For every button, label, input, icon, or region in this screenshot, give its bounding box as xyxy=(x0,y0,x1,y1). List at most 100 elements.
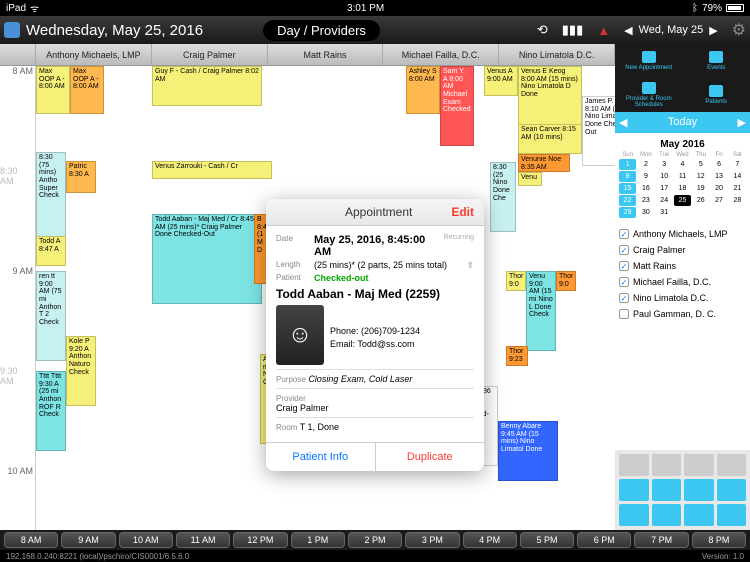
hour-button[interactable]: 9 AM xyxy=(61,532,115,548)
station-icon[interactable] xyxy=(619,454,649,476)
export-icon[interactable]: ⇪ xyxy=(466,260,474,271)
appt-block[interactable]: Thor 9:0 xyxy=(556,271,576,291)
calendar-day[interactable]: 15 xyxy=(619,183,636,194)
provider-header[interactable]: Michael Failla, D.C. xyxy=(383,44,499,65)
calendar-day[interactable]: 28 xyxy=(729,195,746,206)
provider-filter-item[interactable]: ✓Anthony Michaels, LMP xyxy=(619,226,746,242)
checkbox-icon[interactable]: ✓ xyxy=(619,261,629,271)
avatar[interactable]: ☺ xyxy=(276,305,324,365)
calendar-day[interactable]: 14 xyxy=(729,171,746,182)
appt-block[interactable]: Tttt Tttt 9:30 A (25 mi Anthon ROF R Che… xyxy=(36,371,66,451)
appt-block[interactable]: 8:30 (25 Nino Done Che xyxy=(490,162,516,232)
schedules-button[interactable]: Provider & Room Schedules xyxy=(615,78,683,112)
schedule-grid[interactable]: Anthony Michaels, LMP Craig Palmer Matt … xyxy=(0,44,615,530)
calendar-day[interactable]: 4 xyxy=(674,159,691,170)
calendar-day[interactable]: 17 xyxy=(656,183,673,194)
calendar-day[interactable]: 31 xyxy=(656,207,673,218)
calendar-day[interactable]: 6 xyxy=(710,159,727,170)
hour-button[interactable]: 3 PM xyxy=(405,532,459,548)
chevron-right-icon[interactable]: ▶ xyxy=(738,116,746,129)
calendar-day[interactable]: 10 xyxy=(656,171,673,182)
room-tile[interactable] xyxy=(652,504,682,526)
appt-block[interactable]: Venu xyxy=(518,172,542,186)
provider-header[interactable]: Nino Limatola D.C. xyxy=(499,44,615,65)
calendar-day[interactable]: 29 xyxy=(619,207,636,218)
appt-block[interactable]: Kole P 9:20 A Anthon Naturo Check xyxy=(66,336,96,406)
calendar-day[interactable]: 5 xyxy=(692,159,709,170)
sync-icon[interactable]: ⟲ xyxy=(537,22,548,38)
today-bar[interactable]: ◀Today▶ xyxy=(615,112,750,133)
appt-block[interactable]: James P. Aba 8:10 AM (0 mins) Nino Limat… xyxy=(582,96,615,166)
checkbox-icon[interactable]: ✓ xyxy=(619,245,629,255)
calendar-day[interactable]: 9 xyxy=(637,171,654,182)
room-tile[interactable] xyxy=(652,479,682,501)
calendar-day[interactable]: 12 xyxy=(692,171,709,182)
appt-block[interactable]: Sean Carver 8:15 AM (10 mins) xyxy=(518,124,582,154)
appt-block[interactable]: Max OOP A - 8:00 AM xyxy=(36,66,70,114)
appt-block[interactable]: Benny Abare 9:45 AM (15 mins) Nino Limat… xyxy=(498,421,558,481)
appt-block[interactable]: Thor 9:23 xyxy=(506,346,528,366)
room-tile[interactable] xyxy=(717,479,747,501)
calendar-day[interactable]: 24 xyxy=(656,195,673,206)
provider-filter-item[interactable]: ✓Matt Rains xyxy=(619,258,746,274)
edit-button[interactable]: Edit xyxy=(451,205,474,219)
provider-filter-item[interactable]: ✓Craig Palmer xyxy=(619,242,746,258)
hour-button[interactable]: 5 PM xyxy=(520,532,574,548)
room-tile[interactable] xyxy=(717,504,747,526)
appt-block[interactable]: Venunie Noe 8:35 AM xyxy=(518,154,570,172)
room-tile[interactable] xyxy=(684,479,714,501)
hour-button[interactable]: 2 PM xyxy=(348,532,402,548)
calendar-day[interactable]: 19 xyxy=(692,183,709,194)
patients-button[interactable]: Patients xyxy=(683,78,750,112)
room-tile[interactable] xyxy=(619,479,649,501)
date-nav[interactable]: ◀ Wed, May 25 ▶ xyxy=(624,24,718,37)
new-appointment-button[interactable]: New Appointment xyxy=(615,44,683,78)
appt-block[interactable]: ren tt 9:00 AM (75 mi Anthon T 2 Check xyxy=(36,271,66,361)
hour-button[interactable]: 7 PM xyxy=(634,532,688,548)
calendar-day[interactable]: 11 xyxy=(674,171,691,182)
appt-block[interactable]: Max OOP A - 8:00 AM xyxy=(70,66,104,114)
appt-block[interactable]: Todd Aaban - Maj Med / Cr 8:45 AM (25 mi… xyxy=(152,214,262,304)
calendar-day[interactable]: 13 xyxy=(710,171,727,182)
room-tile[interactable] xyxy=(684,504,714,526)
duplicate-button[interactable]: Duplicate xyxy=(375,443,485,471)
events-button[interactable]: Events xyxy=(683,44,750,78)
appt-block[interactable]: Sam Y. A 8:00 AM Michael Exam Checked xyxy=(440,66,474,146)
gear-icon[interactable]: ⚙ xyxy=(732,20,746,40)
calendar-day[interactable]: 23 xyxy=(637,195,654,206)
appt-block[interactable]: Thor 9:0 xyxy=(506,271,526,291)
calendar-day[interactable]: 21 xyxy=(729,183,746,194)
hour-button[interactable]: 6 PM xyxy=(577,532,631,548)
hour-button[interactable]: 11 AM xyxy=(176,532,230,548)
appt-block[interactable]: Venus E Keog 8:00 AM (15 mins) Nino Lima… xyxy=(518,66,582,130)
hour-button[interactable]: 8 AM xyxy=(4,532,58,548)
checkbox-icon[interactable]: ✓ xyxy=(619,277,629,287)
patient-info-button[interactable]: Patient Info xyxy=(266,443,375,471)
appt-block[interactable]: Venu 9:00 AM (15 mi Nino L Done Check xyxy=(526,271,556,351)
station-icon[interactable] xyxy=(652,454,682,476)
calendar-day[interactable]: 16 xyxy=(637,183,654,194)
appt-block[interactable]: Patric 8:30 A xyxy=(66,161,96,193)
alert-icon[interactable]: ▲ xyxy=(597,23,610,38)
calendar-day[interactable]: 1 xyxy=(619,159,636,170)
provider-filter-item[interactable]: ✓Michael Failla, D.C. xyxy=(619,274,746,290)
mini-calendar[interactable]: May 2016 SunMonTueWedThuFriSat1234567891… xyxy=(615,133,750,222)
calendar-day[interactable]: 8 xyxy=(619,171,636,182)
appt-block[interactable]: Venus Zarrouki - Cash / Cr xyxy=(152,161,272,179)
station-icon[interactable] xyxy=(684,454,714,476)
appt-block[interactable]: Guy F - Cash / Craig Palmer 8:02 AM xyxy=(152,66,262,106)
calendar-day[interactable]: 18 xyxy=(674,183,691,194)
room-tile[interactable] xyxy=(619,504,649,526)
calendar-day[interactable]: 30 xyxy=(637,207,654,218)
hour-button[interactable]: 10 AM xyxy=(119,532,173,548)
checkbox-icon[interactable]: ✓ xyxy=(619,229,629,239)
calendar-day[interactable]: 26 xyxy=(692,195,709,206)
hour-button[interactable]: 4 PM xyxy=(463,532,517,548)
app-logo-icon[interactable] xyxy=(4,22,20,38)
prev-day-icon[interactable]: ◀ xyxy=(624,24,632,37)
stats-icon[interactable]: ▮▮▮ xyxy=(562,22,583,38)
appt-block[interactable]: Venus A 9:00 AM xyxy=(484,66,518,96)
calendar-day[interactable]: 2 xyxy=(637,159,654,170)
provider-filter-item[interactable]: ✓Nino Limatola D.C. xyxy=(619,290,746,306)
hour-button[interactable]: 12 PM xyxy=(233,532,287,548)
